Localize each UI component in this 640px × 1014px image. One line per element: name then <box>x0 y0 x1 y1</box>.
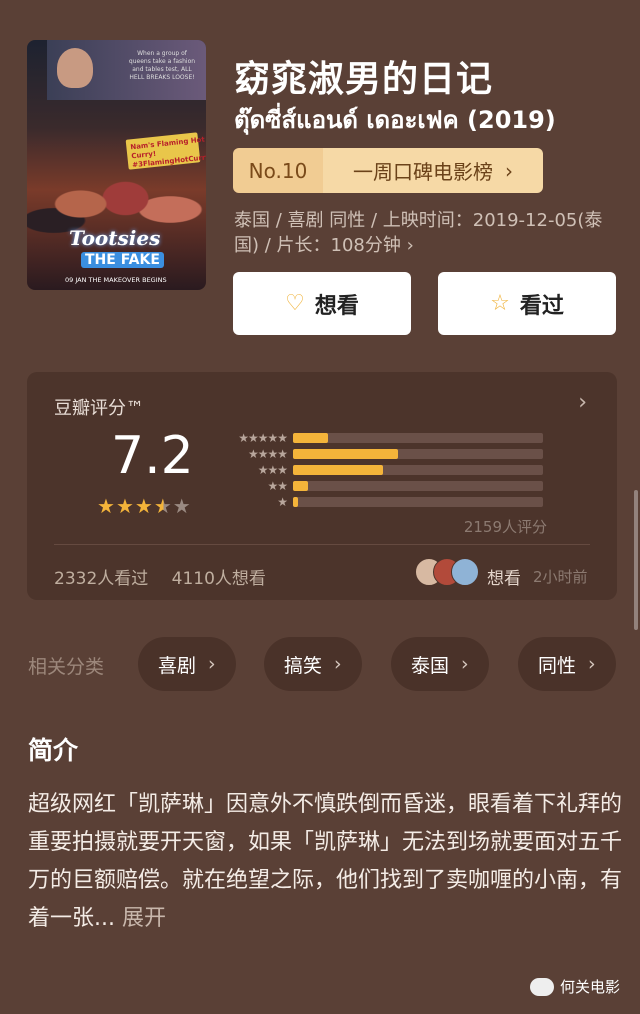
friend-avatars[interactable] <box>415 558 479 586</box>
distribution-bar <box>293 449 398 459</box>
distribution-bar <box>293 433 328 443</box>
rank-number: No.10 <box>233 148 323 193</box>
poster-title-1: Tootsies <box>69 226 161 250</box>
friend-time: 2小时前 <box>533 568 588 586</box>
rating-star-icon: ★ <box>134 494 154 518</box>
distribution-stars-icon: ★★★ <box>257 463 288 477</box>
ranking-badge[interactable]: No.10 一周口碑电影榜 › <box>233 148 543 193</box>
movie-original-title: ตุ๊ดซี่ส์แอนด์ เดอะเฟค (2019) <box>234 106 556 134</box>
chevron-right-icon: › <box>461 653 469 675</box>
distribution-track <box>293 449 543 459</box>
friend-action: 想看 <box>487 569 521 589</box>
distribution-bar <box>293 497 298 507</box>
meta-line-2: 国) / 片长：108分钟 › <box>234 235 414 256</box>
rank-label: 一周口碑电影榜 <box>353 160 493 184</box>
avatar <box>451 558 479 586</box>
wanted-count: 4110人想看 <box>171 569 266 589</box>
poster-face-image <box>57 48 93 88</box>
distribution-bar <box>293 481 308 491</box>
expand-link[interactable]: 展开 <box>122 906 166 931</box>
rating-star-icon: ★ <box>172 494 192 518</box>
intro-body: 超级网红「凯萨琳」因意外不慎跌倒而昏迷，眼看着下礼拜的重要拍摄就要开天窗，如果「… <box>28 792 623 931</box>
distribution-stars-icon: ★★ <box>267 479 288 493</box>
distribution-track <box>293 465 543 475</box>
want-to-watch-button[interactable]: ♡ 想看 <box>233 272 411 335</box>
watched-button[interactable]: ☆ 看过 <box>438 272 616 335</box>
intro-text: 超级网红「凯萨琳」因意外不慎跌倒而昏迷，眼看着下礼拜的重要拍摄就要开天窗，如果「… <box>28 786 623 938</box>
chip-label: 搞笑 <box>284 654 323 677</box>
chip-label: 泰国 <box>411 654 450 677</box>
distribution-track <box>293 497 543 507</box>
star-outline-icon: ☆ <box>490 291 510 316</box>
distribution-row: ★★★★★ <box>223 431 543 445</box>
divider <box>54 544 590 545</box>
poster-tagline: 09 JAN THE MAKEOVER BEGINS <box>65 276 167 284</box>
category-chip-comedy[interactable]: 喜剧 › <box>138 637 236 691</box>
movie-meta[interactable]: 泰国 / 喜剧 同性 / 上映时间：2019-12-05(泰 国) / 片长：1… <box>234 208 624 258</box>
distribution-row: ★★★★ <box>223 447 543 461</box>
poster-sign: Nam's Flaming Hot Curry! #3FlamingHotCur… <box>125 132 206 170</box>
poster-banner-text: When a group of queens take a fashion an… <box>128 50 196 81</box>
watch-stats[interactable]: 2332人看过 4110人想看 <box>54 564 266 589</box>
movie-title: 窈窕淑男的日记 <box>234 59 494 100</box>
related-categories-label: 相关分类 <box>28 656 105 678</box>
distribution-stars-icon: ★★★★★ <box>238 431 288 445</box>
chevron-right-icon: › <box>334 653 342 675</box>
rating-star-icon: ★ <box>97 494 116 518</box>
chip-label: 同性 <box>538 654 577 677</box>
rating-star-icon: ★ <box>153 494 173 518</box>
category-chip-thailand[interactable]: 泰国 › <box>391 637 489 691</box>
rank-label-wrap: 一周口碑电影榜 › <box>323 148 543 193</box>
distribution-row: ★★ <box>223 479 543 493</box>
poster-banner: When a group of queens take a fashion an… <box>47 40 206 100</box>
chevron-right-icon[interactable]: › <box>578 390 587 415</box>
chevron-right-icon: › <box>505 158 513 183</box>
rating-score: 7.2 <box>111 426 194 486</box>
scrollbar[interactable] <box>634 490 638 630</box>
chevron-right-icon: › <box>588 653 596 675</box>
movie-poster[interactable]: When a group of queens take a fashion an… <box>27 40 206 290</box>
distribution-track <box>293 481 543 491</box>
poster-title-2: THE FAKE <box>81 252 164 268</box>
heart-plus-icon: ♡ <box>285 291 305 316</box>
wechat-icon <box>529 977 554 996</box>
chip-label: 喜剧 <box>158 654 197 677</box>
watermark: 何关电影 <box>529 976 620 997</box>
rating-star-icon: ★ <box>115 494 135 518</box>
distribution-track <box>293 433 543 443</box>
distribution-stars-icon: ★ <box>277 495 288 509</box>
distribution-stars-icon: ★★★★ <box>247 447 288 461</box>
rating-title: 豆瓣评分™ <box>54 398 144 419</box>
meta-line-1: 泰国 / 喜剧 同性 / 上映时间：2019-12-05(泰 <box>234 210 603 231</box>
want-label: 想看 <box>314 293 359 319</box>
rating-stars: ★★★★★ <box>97 494 192 518</box>
rating-count: 2159人评分 <box>463 518 547 536</box>
seen-label: 看过 <box>519 293 564 319</box>
distribution-row: ★ <box>223 495 543 509</box>
distribution-bar <box>293 465 383 475</box>
rating-card[interactable]: 豆瓣评分™ › 7.2 ★★★★★ 2159人评分 2332人看过 4110人想… <box>27 372 617 600</box>
intro-heading: 简介 <box>28 736 79 765</box>
distribution-row: ★★★ <box>223 463 543 477</box>
category-chip-funny[interactable]: 搞笑 › <box>264 637 362 691</box>
watermark-text: 何关电影 <box>559 978 620 996</box>
category-chip-lgbt[interactable]: 同性 › <box>518 637 616 691</box>
watched-count: 2332人看过 <box>54 569 149 589</box>
chevron-right-icon: › <box>208 653 216 675</box>
